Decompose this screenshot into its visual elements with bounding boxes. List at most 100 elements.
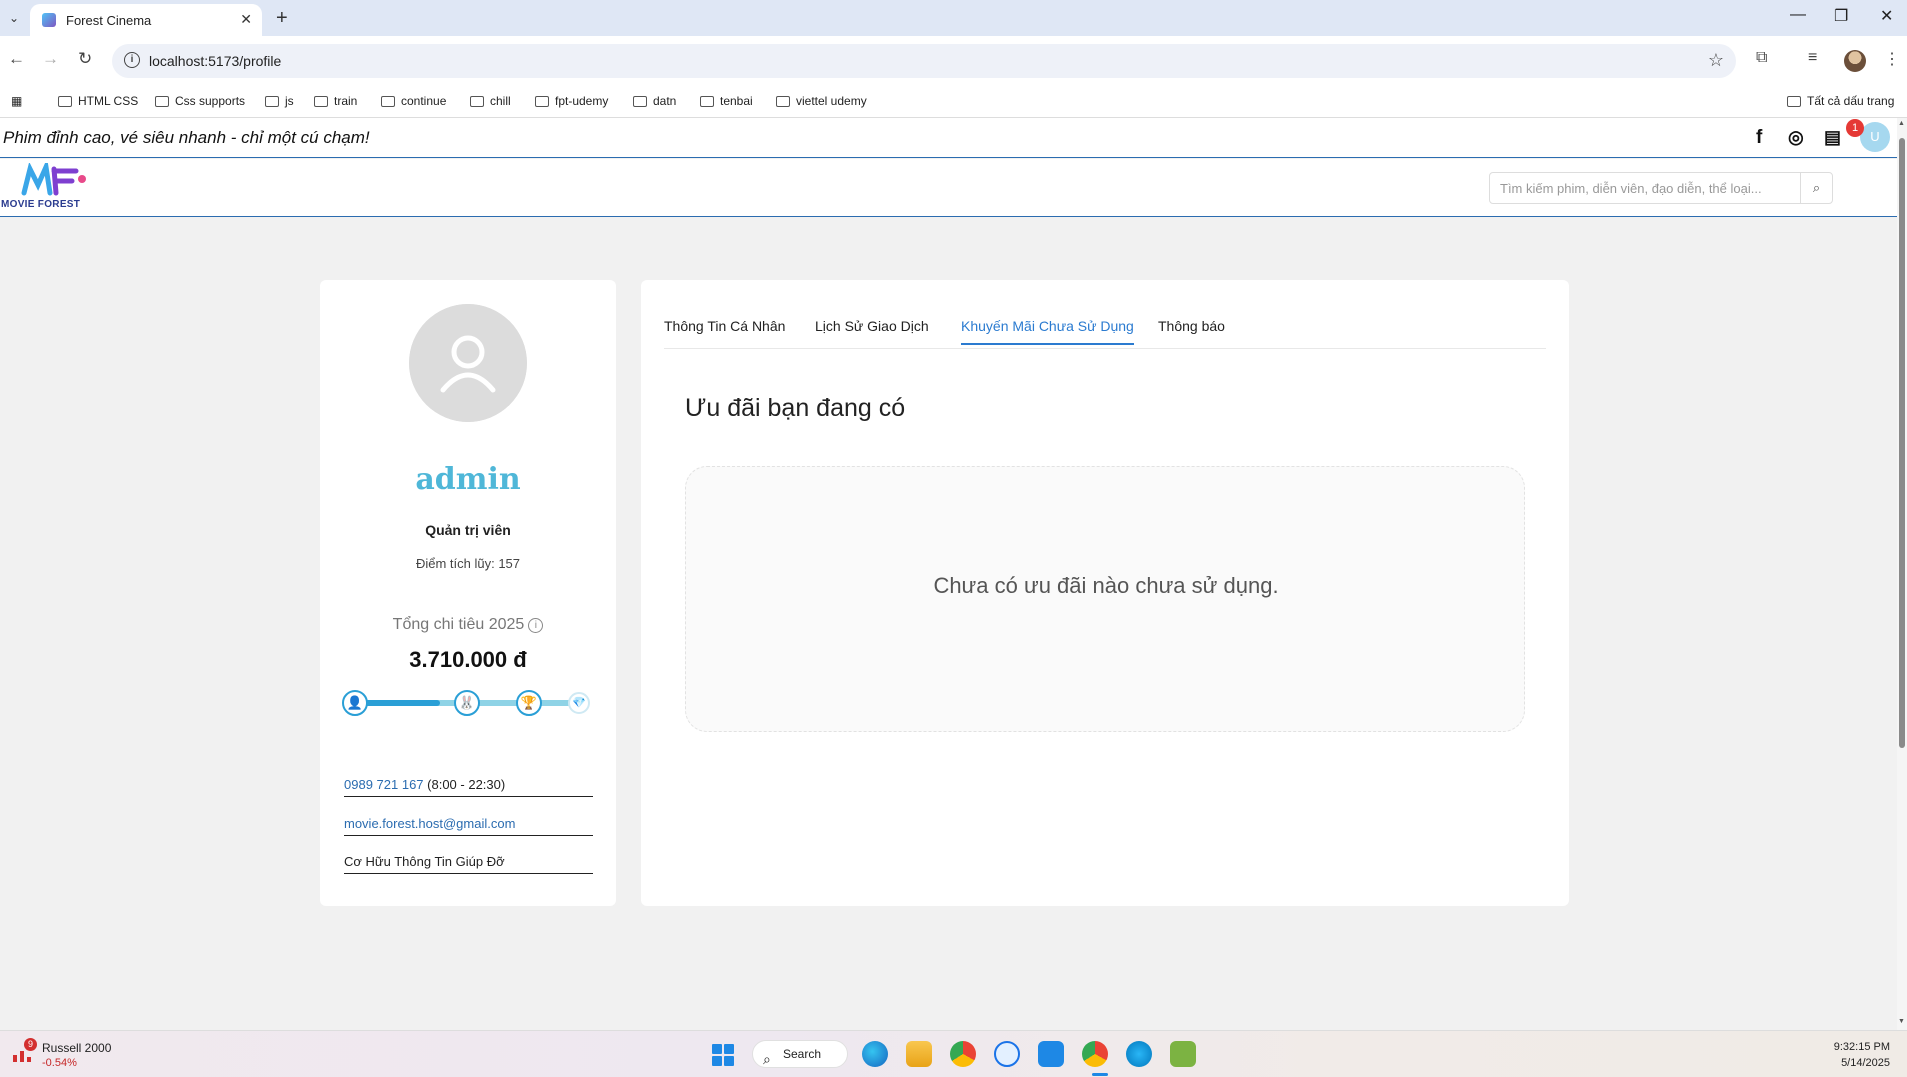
web-page: Phim đỉnh cao, vé siêu nhanh - chỉ một c… (0, 118, 1897, 1030)
hotline: 0989 721 167 (8:00 - 22:30) (344, 777, 593, 797)
reload-icon[interactable]: ↻ (78, 49, 92, 69)
url-text[interactable]: localhost:5173/profile (149, 53, 281, 69)
file-explorer-icon[interactable] (906, 1041, 932, 1067)
help-info[interactable]: Cơ Hữu Thông Tin Giúp Đỡ (344, 854, 593, 874)
apps-grid-icon[interactable]: ▦ (11, 94, 22, 108)
extensions-icon[interactable]: ⧉ (1756, 49, 1767, 67)
chrome-icon[interactable] (950, 1041, 976, 1067)
diamond-tier-icon[interactable]: 💎 (568, 692, 590, 714)
active-app-indicator (1092, 1073, 1108, 1076)
forward-icon[interactable]: → (42, 49, 59, 69)
browser-tabstrip: ⌄ Forest Cinema ✕ + — ❐ ✕ (0, 0, 1907, 36)
member-tier-icon[interactable]: 👤 (342, 690, 368, 716)
folder-icon (633, 95, 647, 107)
clock[interactable]: 9:32:15 PM 5/14/2025 (1820, 1039, 1890, 1071)
trophy-tier-icon[interactable]: 🏆 (516, 690, 542, 716)
phone-link[interactable]: 0989 721 167 (344, 777, 424, 792)
rabbit-tier-icon[interactable]: 🐰 (454, 690, 480, 716)
restore-icon[interactable]: ❐ (1834, 6, 1848, 26)
close-tab-icon[interactable]: ✕ (240, 11, 252, 28)
browser-tab[interactable]: Forest Cinema ✕ (30, 4, 262, 36)
bookmark-item[interactable]: train (314, 94, 357, 108)
minimize-icon[interactable]: — (1790, 6, 1806, 24)
page-scrollbar[interactable]: ▲ ▼ (1897, 118, 1907, 1030)
browser-toolbar: ← → ↻ i localhost:5173/profile ☆ ⧉ ≡ ⋮ (0, 36, 1907, 86)
site-favicon-icon (42, 13, 56, 27)
logo-text: MOVIE FOREST (1, 199, 81, 210)
profile-tabs: Thông Tin Cá Nhân Lịch Sử Giao Dịch Khuy… (664, 280, 1546, 349)
folder-icon (155, 95, 169, 107)
bookmark-item[interactable]: tenbai (700, 94, 753, 108)
windows-taskbar: 9 Russell 2000 -0.54% ⌕ Search 9:32:15 P… (0, 1030, 1907, 1077)
movie-forest-logo[interactable] (20, 163, 90, 197)
stock-change: -0.54% (42, 1057, 77, 1069)
stock-name[interactable]: Russell 2000 (42, 1041, 111, 1055)
scroll-up-icon[interactable]: ▲ (1898, 120, 1905, 127)
empty-message: Chưa có ưu đãi nào chưa sử dụng. (933, 573, 1279, 598)
tab-notifications[interactable]: Thông báo (1158, 318, 1225, 343)
folder-icon (265, 95, 279, 107)
bookmark-item[interactable]: Css supports (155, 94, 245, 108)
spend-progress-fill (356, 700, 440, 706)
media-control-icon[interactable]: ≡ (1808, 49, 1817, 67)
folder-icon (314, 95, 328, 107)
empty-promotions-box: Chưa có ưu đãi nào chưa sử dụng. (685, 466, 1525, 732)
user-avatar[interactable]: U (1860, 122, 1890, 152)
site-search: ⌕ (1489, 172, 1833, 204)
folder-icon (58, 95, 72, 107)
bookmark-star-icon[interactable]: ☆ (1708, 50, 1724, 71)
bookmark-item[interactable]: js (265, 94, 294, 108)
new-tab-icon[interactable]: + (276, 7, 288, 30)
all-bookmarks[interactable]: Tất cả dấu trang (1787, 94, 1894, 108)
chrome-dev-icon[interactable] (1082, 1041, 1108, 1067)
chrome-menu-icon[interactable]: ⋮ (1884, 49, 1900, 69)
top-bar: Phim đỉnh cao, vé siêu nhanh - chỉ một c… (0, 118, 1897, 158)
folder-icon (535, 95, 549, 107)
browser-app-icon[interactable] (1126, 1041, 1152, 1067)
tab-transaction-history[interactable]: Lịch Sử Giao Dịch (815, 318, 929, 343)
taskbar-search[interactable]: ⌕ Search (752, 1040, 848, 1068)
tab-title: Forest Cinema (66, 13, 152, 28)
back-icon[interactable]: ← (8, 49, 25, 69)
edge-icon[interactable] (862, 1041, 888, 1067)
search-icon: ⌕ (763, 1051, 771, 1067)
facebook-icon[interactable]: f (1756, 127, 1762, 149)
tab-unused-promotions[interactable]: Khuyến Mãi Chưa Sử Dụng (961, 318, 1134, 345)
site-slogan: Phim đỉnh cao, vé siêu nhanh - chỉ một c… (3, 128, 370, 147)
email-link[interactable]: movie.forest.host@gmail.com (344, 816, 515, 831)
folder-icon (1787, 95, 1801, 107)
stock-badge: 9 (24, 1038, 37, 1051)
section-title: Ưu đãi bạn đang có (685, 394, 906, 422)
address-bar[interactable]: i localhost:5173/profile ☆ (112, 44, 1736, 78)
bookmark-item[interactable]: HTML CSS (58, 94, 138, 108)
zalo-icon[interactable] (994, 1041, 1020, 1067)
folder-icon (776, 95, 790, 107)
scroll-thumb[interactable] (1899, 138, 1905, 748)
bookmarks-bar: ▦ HTML CSS Css supports js train continu… (0, 86, 1907, 118)
search-input[interactable] (1490, 173, 1800, 203)
tab-search-icon[interactable]: ⌄ (6, 10, 22, 26)
excel-like-icon[interactable] (1170, 1041, 1196, 1067)
close-window-icon[interactable]: ✕ (1880, 6, 1893, 26)
site-info-icon[interactable]: i (124, 52, 140, 68)
notification-badge[interactable]: 1 (1846, 119, 1864, 137)
instagram-icon[interactable]: ◎ (1788, 127, 1804, 148)
profile-content-card: Thông Tin Cá Nhân Lịch Sử Giao Dịch Khuy… (641, 280, 1569, 906)
bookmark-item[interactable]: viettel udemy (776, 94, 867, 108)
film-icon[interactable]: ▤ (1824, 127, 1841, 148)
bookmark-item[interactable]: datn (633, 94, 676, 108)
bookmark-item[interactable]: continue (381, 94, 446, 108)
tab-personal-info[interactable]: Thông Tin Cá Nhân (664, 318, 785, 343)
scroll-down-icon[interactable]: ▼ (1898, 1018, 1905, 1025)
vscode-icon[interactable] (1038, 1041, 1064, 1067)
folder-icon (700, 95, 714, 107)
windows-start-icon[interactable] (712, 1044, 734, 1066)
email-contact: movie.forest.host@gmail.com (344, 816, 593, 836)
search-icon[interactable]: ⌕ (1800, 173, 1832, 203)
bookmark-item[interactable]: chill (470, 94, 511, 108)
spend-progress-layer: 👤 🐰 🏆 💎 0989 721 167 (8:00 - 22:30) movi… (320, 280, 616, 906)
chrome-profile-avatar[interactable] (1844, 50, 1866, 72)
folder-icon (381, 95, 395, 107)
site-header: MOVIE FOREST ⌕ (0, 159, 1897, 217)
bookmark-item[interactable]: fpt-udemy (535, 94, 608, 108)
